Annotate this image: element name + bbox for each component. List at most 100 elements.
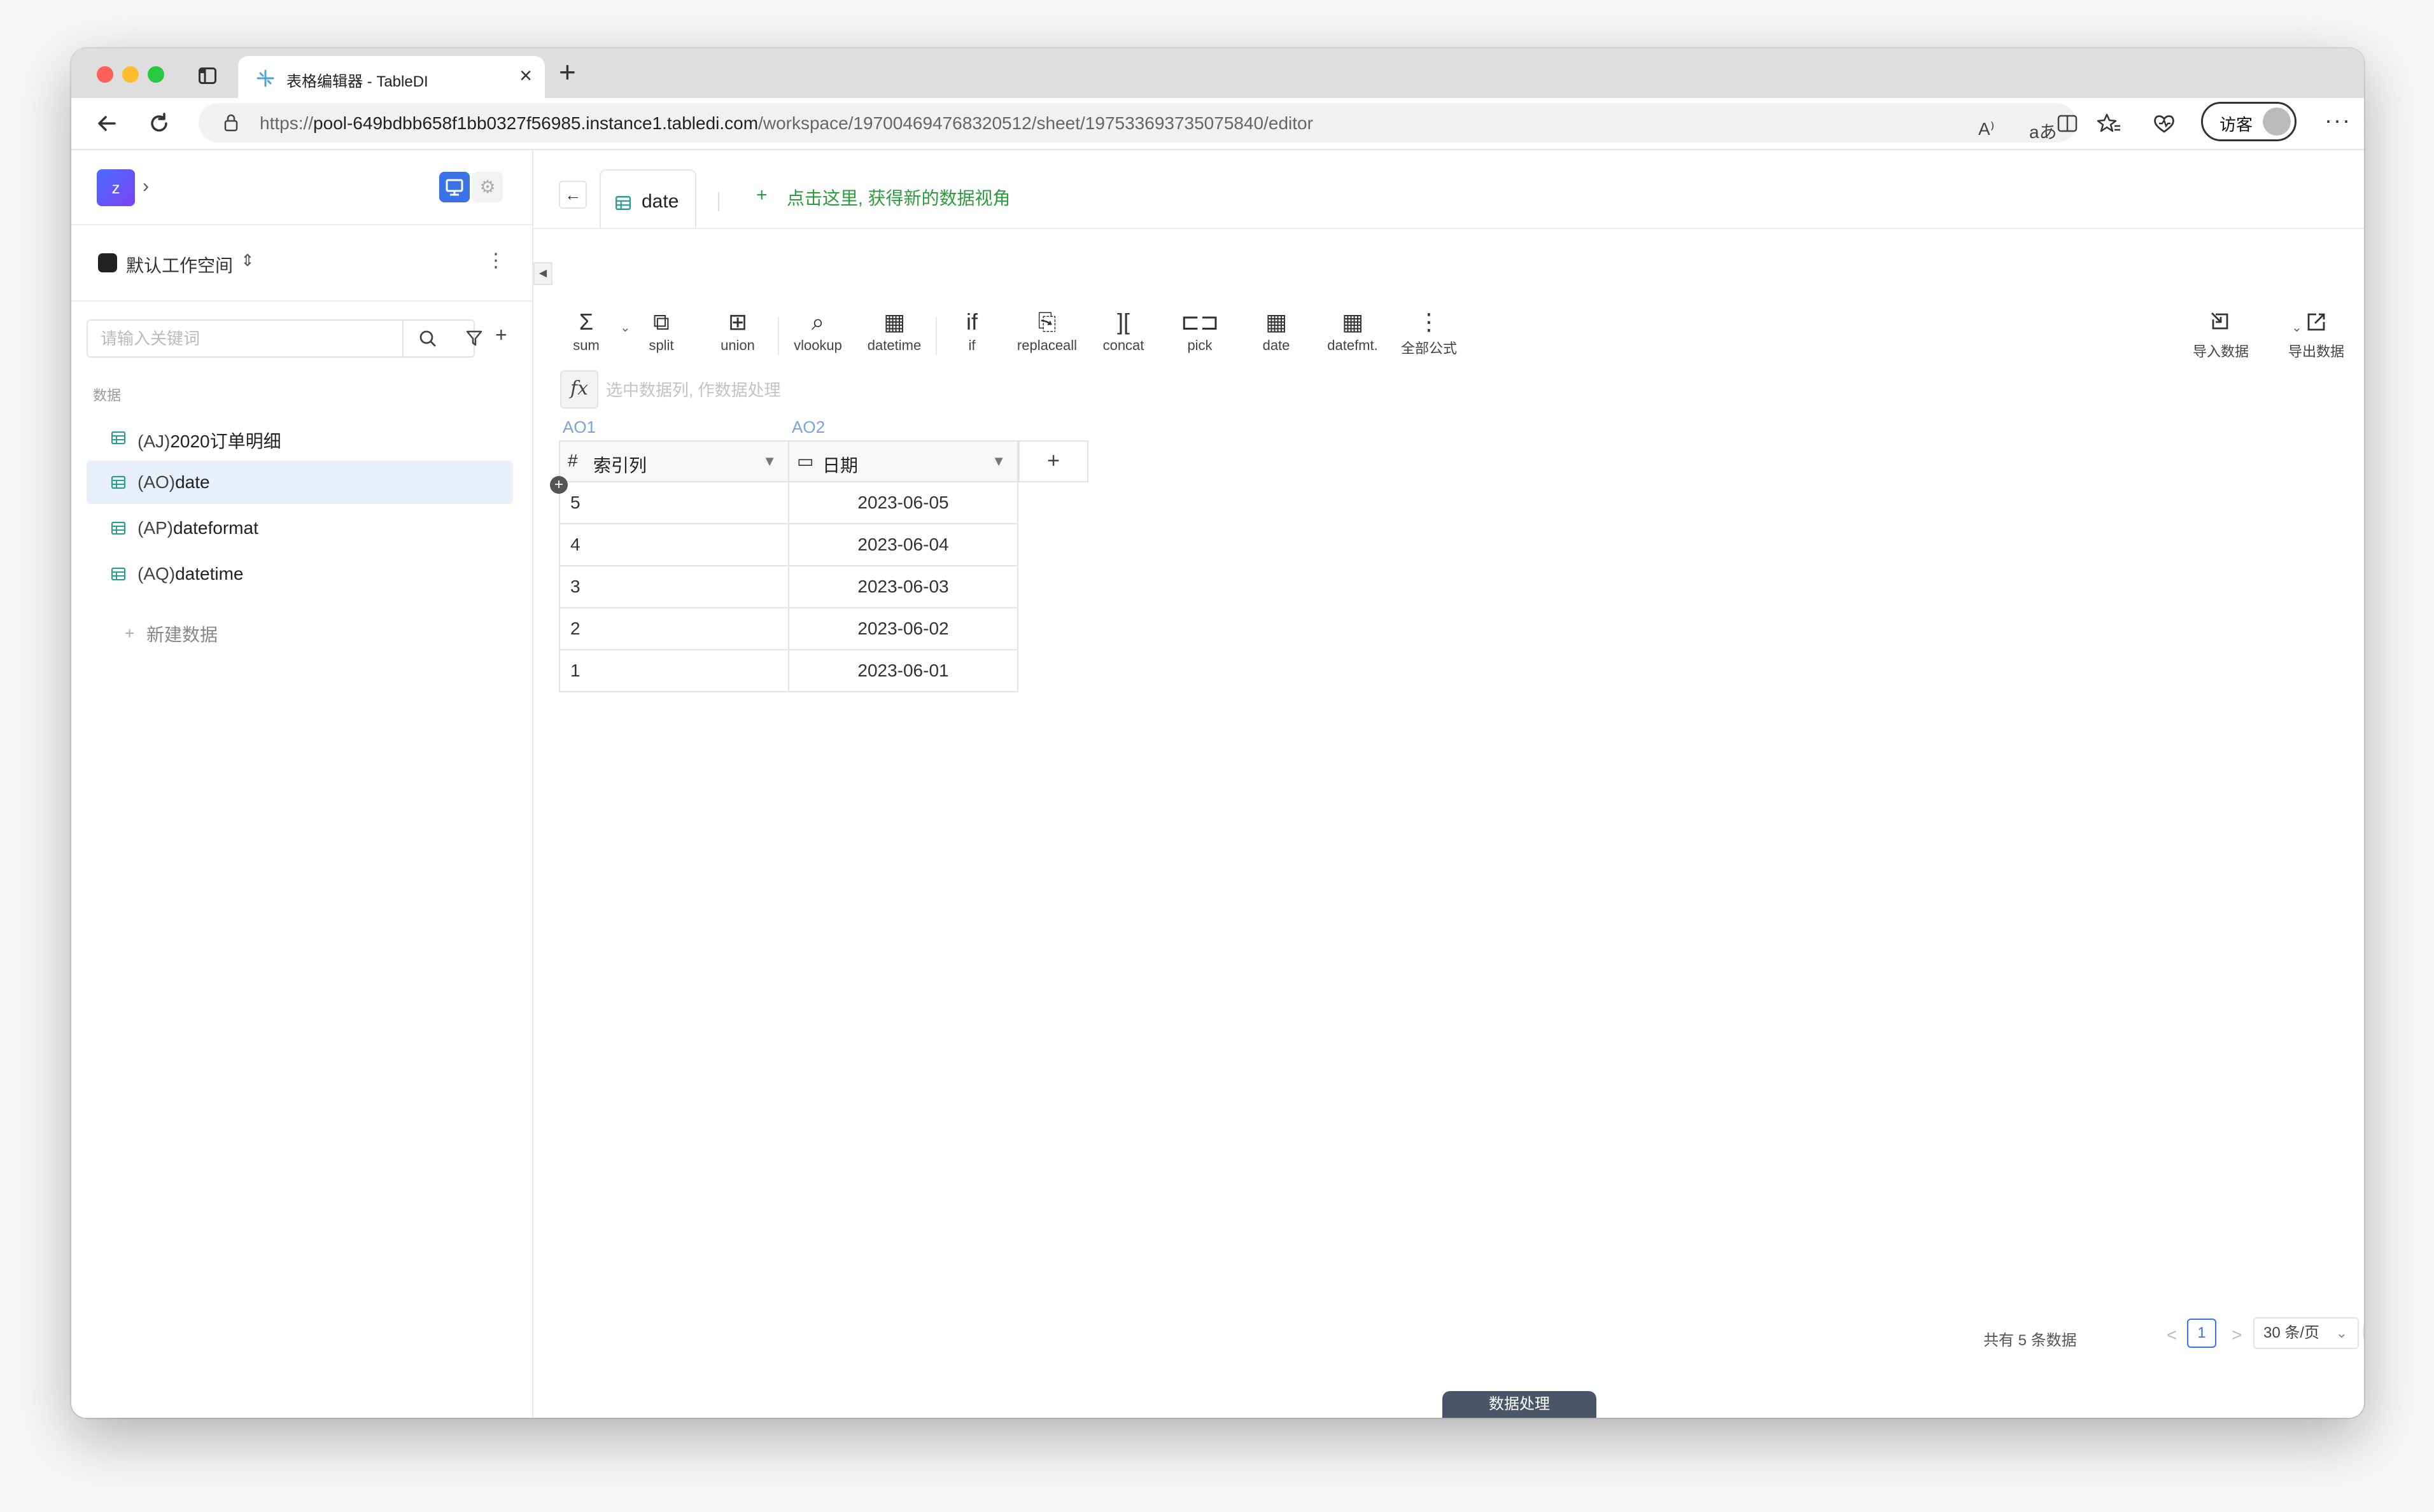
cell-index[interactable]: 1 bbox=[559, 650, 789, 692]
page-1-button[interactable]: 1 bbox=[2187, 1319, 2216, 1348]
formula-input[interactable] bbox=[605, 377, 1371, 403]
browser-essentials-icon[interactable] bbox=[2151, 111, 2177, 136]
tab-close-icon[interactable]: × bbox=[519, 65, 532, 87]
workspace-logo[interactable]: z bbox=[97, 169, 135, 206]
browser-window: 表格编辑器 - TableDI × + https://pool-649bdbb… bbox=[71, 48, 2364, 1418]
browser-tab[interactable]: 表格编辑器 - TableDI × bbox=[238, 56, 545, 98]
sidebar-item-dateformat[interactable]: (AP)dateformat bbox=[87, 507, 513, 550]
address-bar: https://pool-649bdbb658f1bb0327f56985.in… bbox=[71, 98, 2364, 150]
page-size-select[interactable]: 30 条/页 ⌄ bbox=[2253, 1317, 2359, 1349]
guest-avatar bbox=[2263, 108, 2291, 136]
cell-date[interactable]: 2023-06-04 bbox=[788, 524, 1018, 566]
new-tab-button[interactable]: + bbox=[559, 57, 576, 87]
cell-date[interactable]: 2023-06-03 bbox=[788, 566, 1018, 608]
sidebar-item-datetime[interactable]: (AQ)datetime bbox=[87, 552, 513, 596]
export-icon bbox=[2307, 313, 2325, 331]
lock-icon[interactable] bbox=[224, 114, 238, 132]
table-row[interactable]: 1 2023-06-01 bbox=[559, 650, 1018, 692]
search-button[interactable] bbox=[402, 319, 453, 358]
tabledi-favicon-icon bbox=[257, 69, 274, 87]
divider bbox=[718, 192, 719, 211]
tool-label: date bbox=[1262, 337, 1290, 353]
browser-more-icon[interactable]: ··· bbox=[2325, 107, 2351, 134]
tool-concat[interactable]: ][ concat bbox=[1088, 308, 1158, 354]
table-row[interactable]: 3 2023-06-03 bbox=[559, 566, 1018, 608]
workspace-more-icon[interactable]: ⋮ bbox=[486, 249, 505, 272]
maximize-window-button[interactable] bbox=[148, 66, 164, 83]
monitor-icon[interactable] bbox=[439, 172, 470, 202]
chevron-right-icon[interactable]: › bbox=[143, 176, 149, 197]
divider bbox=[71, 224, 532, 225]
next-page-button[interactable]: > bbox=[2232, 1325, 2242, 1345]
tool-pick[interactable]: ⊏⊐ pick bbox=[1165, 308, 1235, 354]
close-window-button[interactable] bbox=[97, 66, 113, 83]
tool-all-formulas[interactable]: ⋮ 全部公式 bbox=[1394, 308, 1464, 358]
fx-icon[interactable]: fx bbox=[560, 370, 598, 409]
data-processing-tab[interactable]: 数据处理 bbox=[1442, 1391, 1596, 1418]
cell-date[interactable]: 2023-06-01 bbox=[788, 650, 1018, 692]
tool-date[interactable]: ▦ date bbox=[1241, 308, 1311, 354]
tool-datetime[interactable]: ▦ datetime bbox=[859, 308, 929, 354]
url-field[interactable]: https://pool-649bdbb658f1bb0327f56985.in… bbox=[199, 103, 2078, 144]
column-header-date[interactable]: ▭ 日期 ▼ bbox=[788, 440, 1018, 482]
table-icon bbox=[111, 567, 126, 581]
tool-label: split bbox=[649, 337, 674, 353]
sort-caret-icon[interactable]: ⇕ bbox=[241, 251, 255, 270]
caret-down-icon[interactable]: ▼ bbox=[763, 453, 777, 470]
import-data-button[interactable]: 导入数据 bbox=[2186, 308, 2256, 361]
tool-union[interactable]: ⊞ union bbox=[703, 308, 773, 354]
cell-date[interactable]: 2023-06-05 bbox=[788, 482, 1018, 524]
new-data-button[interactable]: 新建数据 bbox=[146, 621, 218, 647]
cell-index[interactable]: 4 bbox=[559, 524, 789, 566]
chevron-down-icon: ⌄ bbox=[2335, 1325, 2347, 1341]
concat-icon: ][ bbox=[1116, 309, 1130, 335]
tool-if[interactable]: if if bbox=[937, 308, 1007, 354]
workspace-icon bbox=[98, 253, 117, 272]
cell-index[interactable]: 5 bbox=[559, 482, 789, 524]
table-row[interactable]: 2 2023-06-02 bbox=[559, 608, 1018, 650]
minimize-window-button[interactable] bbox=[122, 66, 139, 83]
read-aloud-icon[interactable]: A⁾ bbox=[1978, 118, 1995, 139]
cell-index[interactable]: 2 bbox=[559, 608, 789, 650]
plus-icon[interactable]: + bbox=[756, 185, 768, 206]
tool-vlookup[interactable]: ⌕ vlookup bbox=[783, 308, 853, 354]
back-arrow-icon[interactable] bbox=[94, 111, 120, 136]
table-icon bbox=[111, 431, 126, 445]
back-button[interactable]: ← bbox=[559, 181, 587, 209]
filter-icon[interactable] bbox=[465, 328, 484, 347]
tool-label: concat bbox=[1102, 337, 1144, 353]
gear-icon[interactable]: ⚙ bbox=[472, 172, 503, 202]
sidebar-item-2020-orders[interactable]: (AJ)2020订单明细 bbox=[87, 416, 513, 459]
plus-icon[interactable]: + bbox=[125, 624, 134, 643]
tool-split[interactable]: ⧉ split bbox=[626, 308, 696, 354]
table-row[interactable]: 4 2023-06-04 bbox=[559, 524, 1018, 566]
tool-sum[interactable]: Σ sum bbox=[551, 308, 621, 354]
add-row-icon[interactable]: + bbox=[550, 476, 568, 494]
collapse-sidebar-button[interactable]: ◀ bbox=[533, 262, 552, 285]
workspace-name[interactable]: 默认工作空间 bbox=[126, 252, 233, 277]
tool-replaceall[interactable]: ⎘ replaceall bbox=[1012, 308, 1082, 354]
prev-page-button[interactable]: < bbox=[2167, 1325, 2177, 1345]
reload-icon[interactable] bbox=[146, 111, 172, 136]
caret-down-icon[interactable]: ▼ bbox=[992, 453, 1006, 470]
export-data-button[interactable]: 导出数据 bbox=[2281, 308, 2351, 361]
column-code: AO2 bbox=[792, 417, 826, 437]
left-panel: z › ⚙ 默认工作空间 ⇕ ⋮ 请输入关键词 + 数据 (AJ)2020订单明… bbox=[71, 150, 533, 1418]
table-row[interactable]: 5 2023-06-05 bbox=[559, 482, 1018, 524]
column-header-index[interactable]: # 索引列 ▼ bbox=[559, 440, 789, 482]
new-view-hint-link[interactable]: 点击这里, 获得新的数据视角 bbox=[787, 185, 1011, 210]
cell-date[interactable]: 2023-06-02 bbox=[788, 608, 1018, 650]
sigma-icon: Σ bbox=[579, 309, 594, 335]
add-data-button[interactable]: + bbox=[495, 323, 507, 347]
add-column-button[interactable]: + bbox=[1018, 440, 1088, 482]
cell-index[interactable]: 3 bbox=[559, 566, 789, 608]
tab-date[interactable]: date bbox=[600, 169, 696, 228]
profile-guest-button[interactable]: 访客 bbox=[2201, 102, 2297, 141]
sidebar-panel-icon[interactable] bbox=[199, 67, 216, 84]
split-screen-icon[interactable] bbox=[2057, 115, 2078, 132]
tool-label: sum bbox=[573, 337, 600, 353]
sidebar-item-date[interactable]: (AO)date bbox=[87, 461, 513, 504]
translate-icon[interactable]: aあ bbox=[2029, 118, 2057, 144]
tool-datefmt[interactable]: ▦ datefmt. bbox=[1318, 308, 1388, 354]
favorites-icon[interactable] bbox=[2097, 111, 2122, 136]
